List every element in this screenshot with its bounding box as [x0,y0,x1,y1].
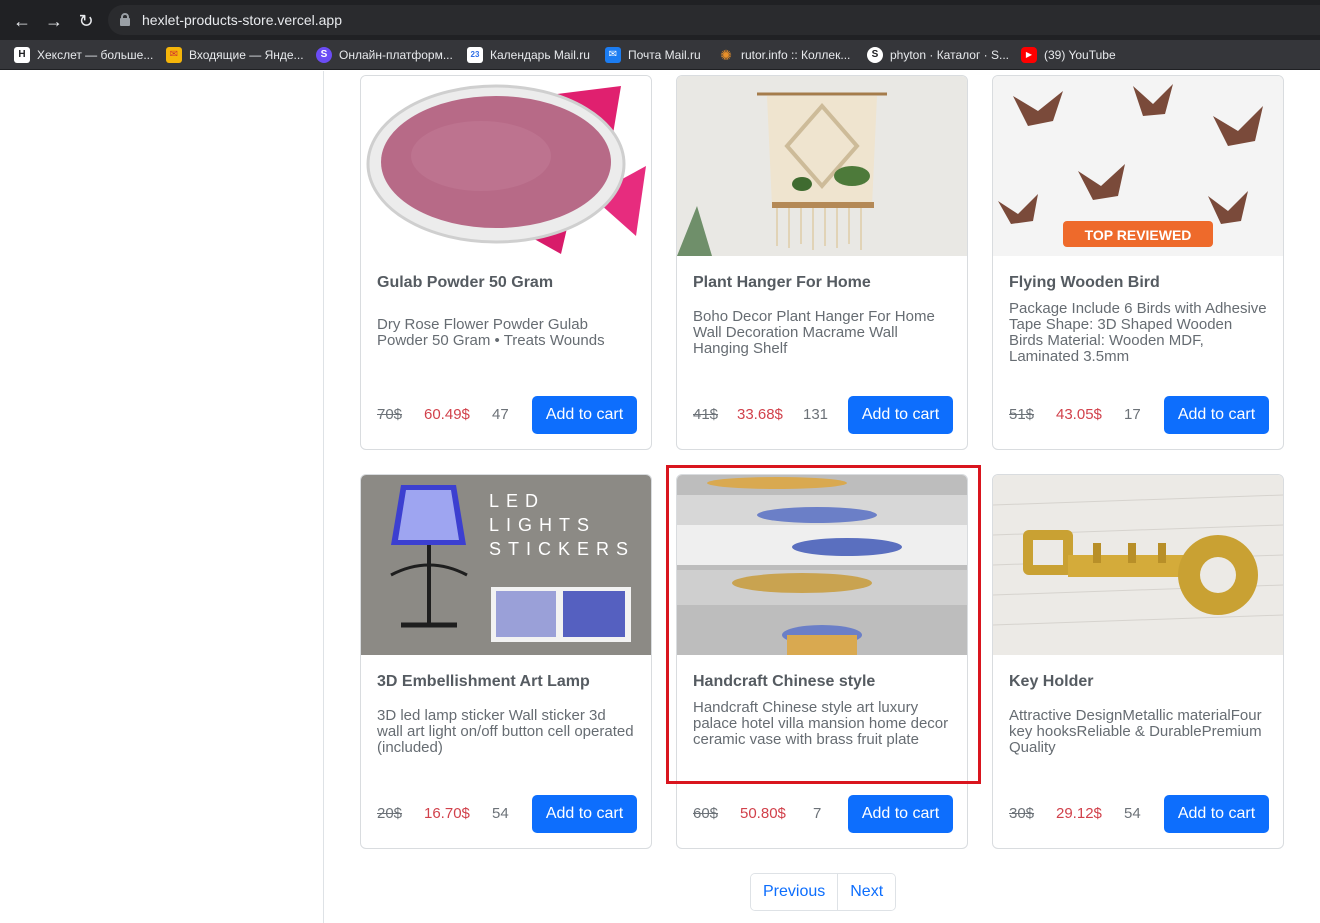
add-to-cart-button[interactable]: Add to cart [848,795,953,833]
old-price: 51$ [1009,406,1035,423]
product-description: Dry Rose Flower Powder Gulab Powder 50 G… [377,316,605,349]
product-title: Gulab Powder 50 Gram [377,274,554,291]
old-price: 20$ [377,805,403,822]
product-description: 3D led lamp sticker Wall sticker 3d wall… [377,707,634,756]
add-to-cart-button[interactable]: Add to cart [532,795,637,833]
product-card: Handcraft Chinese style Handcraft Chines… [676,474,968,849]
bookmark-calendar[interactable]: 23 Календарь Mail.ru [467,45,590,65]
sale-price: 29.12$ [1056,805,1102,822]
sale-price: 50.80$ [740,805,786,822]
stock-count: 131 [803,406,829,423]
bookmark-rutor[interactable]: ✺ rutor.info :: Коллек... [718,45,850,65]
product-image-key-holder[interactable] [993,475,1283,655]
product-image-chinese-vase[interactable] [677,475,967,655]
url-text: hexlet-products-store.vercel.app [142,12,342,28]
rutor-icon: ✺ [720,47,732,63]
product-card: LED LIGHTS STICKERS 3D Embellishment Art… [360,474,652,849]
sidebar-divider [323,71,324,923]
youtube-icon: ▶ [1021,47,1037,63]
old-price: 60$ [693,805,719,822]
bookmark-youtube[interactable]: ▶ (39) YouTube [1021,45,1116,65]
product-description: Package Include 6 Birds with Adhesive Ta… [1009,300,1267,365]
product-title: 3D Embellishment Art Lamp [377,673,590,690]
add-to-cart-button[interactable]: Add to cart [1164,795,1269,833]
product-image-plant-hanger[interactable] [677,76,967,256]
product-card: Plant Hanger For Home Boho Decor Plant H… [676,75,968,450]
bookmark-label: Почта Mail.ru [628,48,701,62]
product-title: Flying Wooden Bird [1009,274,1160,291]
stepik-icon: S [867,47,883,63]
sale-price: 33.68$ [737,406,783,423]
bookmark-hexlet[interactable]: H Хекслет — больше... [14,45,153,65]
reload-icon[interactable]: ↻ [74,9,98,33]
sale-price: 43.05$ [1056,406,1102,423]
product-title: Handcraft Chinese style [693,673,876,690]
product-title: Plant Hanger For Home [693,274,871,291]
product-description: Boho Decor Plant Hanger For Home Wall De… [693,308,935,357]
bookmark-mail-ru[interactable]: ✉ Почта Mail.ru [605,45,701,65]
product-description: Attractive DesignMetallic materialFour k… [1009,707,1262,756]
bookmark-stepik[interactable]: S phyton · Каталог · S... [867,45,1009,65]
lock-icon [120,13,130,26]
bookmark-label: phyton · Каталог · S... [890,48,1009,62]
bookmark-label: rutor.info :: Коллек... [741,48,851,62]
browser-toolbar: ← → ↻ hexlet-products-store.vercel.app [0,0,1320,40]
product-image-art-lamp[interactable]: LED LIGHTS STICKERS [361,475,651,655]
add-to-cart-button[interactable]: Add to cart [1164,396,1269,434]
sale-price: 60.49$ [424,406,470,423]
old-price: 41$ [693,406,719,423]
image-caption-lights: LIGHTS [489,515,597,535]
add-to-cart-button[interactable]: Add to cart [848,396,953,434]
previous-page-link[interactable]: Previous [751,874,838,910]
mail-ru-icon: ✉ [605,47,621,63]
product-card: Key Holder Attractive DesignMetallic mat… [992,474,1284,849]
pagination: Previous Next [750,873,897,911]
bookmarks-bar: H Хекслет — больше... ✉ Входящие — Янде.… [0,40,1320,70]
image-caption-led: LED [489,491,546,511]
sale-price: 16.70$ [424,805,470,822]
skillbox-icon: S [316,47,332,63]
back-icon[interactable]: ← [10,9,34,33]
stock-count: 47 [492,406,509,423]
product-description: Handcraft Chinese style art luxury palac… [693,699,949,748]
old-price: 70$ [377,406,403,423]
yandex-mail-icon: ✉ [166,47,182,63]
stock-count: 54 [492,805,509,822]
product-card: TOP REVIEWED Flying Wooden Bird Package … [992,75,1284,450]
stock-count: 54 [1124,805,1141,822]
add-to-cart-button[interactable]: Add to cart [532,396,637,434]
bookmark-label: Хекслет — больше... [37,48,154,62]
image-caption-stickers: STICKERS [489,539,636,559]
product-footer: 60$ 50.80$ 7 Add to cart [693,795,953,833]
bookmark-label: Онлайн-платформ... [339,48,453,62]
address-bar[interactable]: hexlet-products-store.vercel.app [108,5,1320,35]
product-image-gulab[interactable] [361,76,651,256]
top-reviewed-badge: TOP REVIEWED [1084,227,1192,243]
stock-count: 17 [1124,406,1141,423]
bookmark-yandex-mail[interactable]: ✉ Входящие — Янде... [166,45,304,65]
product-footer: 20$ 16.70$ 54 Add to cart [377,795,637,833]
old-price: 30$ [1009,805,1035,822]
bookmark-label: (39) YouTube [1044,48,1116,62]
bookmark-label: Входящие — Янде... [189,48,304,62]
product-card: Gulab Powder 50 Gram Dry Rose Flower Pow… [360,75,652,450]
stock-count: 7 [813,805,822,822]
next-page-link[interactable]: Next [837,874,896,910]
product-footer: 30$ 29.12$ 54 Add to cart [1009,795,1269,833]
bookmark-label: Календарь Mail.ru [490,48,590,62]
bookmark-online-platform[interactable]: S Онлайн-платформ... [316,45,453,65]
hexlet-icon: H [14,47,30,63]
forward-icon[interactable]: → [42,9,66,33]
calendar-icon: 23 [467,47,483,63]
product-footer: 41$ 33.68$ 131 Add to cart [693,396,953,434]
product-image-wooden-bird[interactable]: TOP REVIEWED [993,76,1283,256]
product-title: Key Holder [1009,673,1094,690]
product-footer: 51$ 43.05$ 17 Add to cart [1009,396,1269,434]
product-footer: 70$ 60.49$ 47 Add to cart [377,396,637,434]
